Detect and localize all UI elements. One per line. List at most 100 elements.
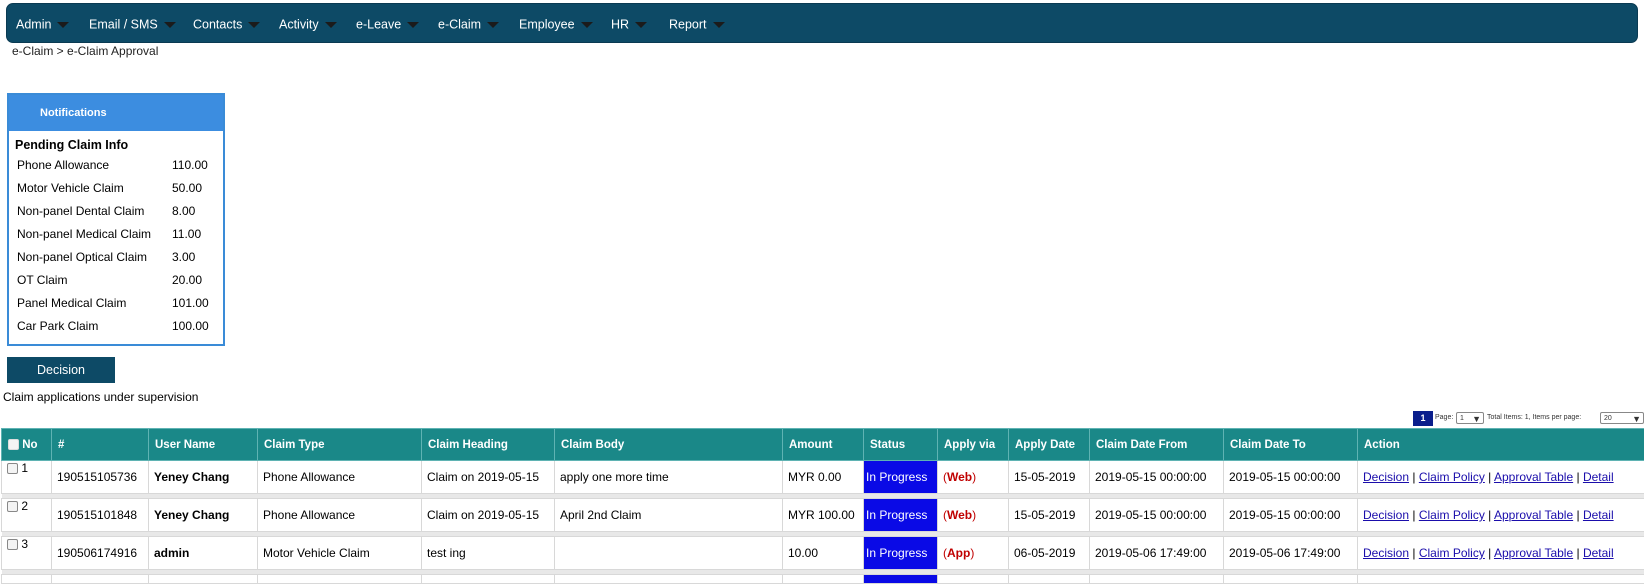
nav-report[interactable]: Report: [669, 4, 725, 44]
nav-email-sms[interactable]: Email / SMS: [89, 4, 176, 44]
claim-heading: Claim on 2019-05-15: [422, 461, 555, 494]
nav-activity[interactable]: Activity: [279, 4, 337, 44]
current-page-button[interactable]: 1: [1413, 411, 1433, 426]
status-badge: In Progress: [864, 537, 938, 570]
decision-button[interactable]: Decision: [7, 357, 115, 383]
pending-claim-info-heading: Pending Claim Info: [15, 138, 223, 152]
apply-date: 15-05-2019: [1009, 499, 1090, 532]
nav-employee-label: Employee: [519, 18, 575, 32]
table-cell: [1090, 575, 1224, 584]
row-actions: Decision | Claim Policy | Approval Table…: [1358, 461, 1644, 494]
claim-name: Motor Vehicle Claim: [17, 177, 124, 200]
claims-table: No # User Name Claim Type Claim Heading …: [1, 428, 1644, 584]
nav-activity-label: Activity: [279, 18, 319, 32]
header-amount: Amount: [783, 429, 864, 461]
detail-link[interactable]: Detail: [1583, 508, 1614, 522]
approval-table-link[interactable]: Approval Table: [1494, 546, 1573, 560]
claim-type: Phone Allowance: [258, 499, 422, 532]
nav-employee[interactable]: Employee: [519, 4, 593, 44]
claim-policy-link[interactable]: Claim Policy: [1419, 508, 1485, 522]
claim-name: Non-panel Dental Claim: [17, 200, 144, 223]
row-actions: Decision | Claim Policy | Approval Table…: [1358, 499, 1644, 532]
nav-report-label: Report: [669, 18, 707, 32]
row-checkbox[interactable]: [7, 539, 18, 550]
claim-date-to: 2019-05-15 00:00:00: [1224, 499, 1358, 532]
table-cell: [2, 575, 52, 584]
header-user-name: User Name: [149, 429, 258, 461]
table-cell: [52, 575, 149, 584]
header-action: Action: [1358, 429, 1644, 461]
approval-table-link[interactable]: Approval Table: [1494, 470, 1573, 484]
apply-date: 15-05-2019: [1009, 461, 1090, 494]
nav-admin-label: Admin: [16, 18, 51, 32]
row-actions: Decision | Claim Policy | Approval Table…: [1358, 537, 1644, 570]
header-id: #: [52, 429, 149, 461]
nav-e-leave[interactable]: e-Leave: [356, 4, 419, 44]
chevron-down-icon: [407, 22, 419, 28]
claim-name: Phone Allowance: [17, 154, 109, 177]
chevron-down-icon: [635, 22, 647, 28]
claim-amount: 50.00: [172, 177, 202, 200]
claim-heading: test ing: [422, 537, 555, 570]
decision-link[interactable]: Decision: [1363, 546, 1409, 560]
claim-amount: 20.00: [172, 269, 202, 292]
claim-date-from: 2019-05-06 17:49:00: [1090, 537, 1224, 570]
claim-name: Non-panel Optical Claim: [17, 246, 147, 269]
chevron-down-icon: [164, 22, 176, 28]
pending-claim-row: Non-panel Dental Claim 8.00: [9, 200, 223, 223]
chevron-down-icon: [487, 22, 499, 28]
claim-amount: 110.00: [172, 154, 208, 177]
header-no: No: [2, 429, 52, 461]
chevron-down-icon: [248, 22, 260, 28]
detail-link[interactable]: Detail: [1583, 470, 1614, 484]
chevron-down-icon: ▼: [1472, 413, 1481, 425]
nav-hr[interactable]: HR: [611, 4, 647, 44]
nav-admin[interactable]: Admin: [16, 4, 69, 44]
claim-policy-link[interactable]: Claim Policy: [1419, 470, 1485, 484]
approval-table-link[interactable]: Approval Table: [1494, 508, 1573, 522]
row-checkbox[interactable]: [7, 463, 18, 474]
nav-contacts-label: Contacts: [193, 18, 242, 32]
select-all-checkbox[interactable]: [8, 439, 19, 450]
nav-e-claim[interactable]: e-Claim: [438, 4, 499, 44]
claim-amount: 10.00: [783, 537, 864, 570]
claim-body: [555, 537, 783, 570]
table-cell: [1009, 575, 1090, 584]
row-no-cell: 3: [2, 537, 52, 570]
chevron-down-icon: [325, 22, 337, 28]
row-number: 2: [21, 499, 28, 513]
notifications-panel: Notifications Pending Claim Info Phone A…: [7, 93, 225, 346]
pending-claim-row: Phone Allowance 110.00: [9, 154, 223, 177]
row-checkbox[interactable]: [7, 501, 18, 512]
decision-link[interactable]: Decision: [1363, 508, 1409, 522]
nav-hr-label: HR: [611, 18, 629, 32]
items-per-page-select[interactable]: 20▼: [1600, 412, 1644, 424]
header-claim-heading: Claim Heading: [422, 429, 555, 461]
header-status: Status: [864, 429, 938, 461]
claim-amount: 8.00: [172, 200, 195, 223]
pending-claim-row: OT Claim20.00: [9, 269, 223, 292]
nav-contacts[interactable]: Contacts: [193, 4, 260, 44]
claim-amount: 100.00: [172, 315, 209, 338]
decision-link[interactable]: Decision: [1363, 470, 1409, 484]
claim-type: Phone Allowance: [258, 461, 422, 494]
header-apply-via: Apply via: [938, 429, 1009, 461]
table-row: 2 190515101848 Yeney Chang Phone Allowan…: [2, 499, 1644, 532]
nav-e-claim-label: e-Claim: [438, 18, 481, 32]
row-number: 3: [21, 537, 28, 551]
table-row: 1 190515105736 Yeney Chang Phone Allowan…: [2, 461, 1644, 494]
status-badge: [864, 575, 938, 584]
table-cell: [258, 575, 422, 584]
claim-id: 190506174916: [52, 537, 149, 570]
claim-policy-link[interactable]: Claim Policy: [1419, 546, 1485, 560]
chevron-down-icon: ▼: [1632, 413, 1641, 425]
total-items-text: Total Items: 1, Items per page:: [1487, 414, 1581, 421]
status-badge: In Progress: [864, 461, 938, 494]
user-name: Yeney Chang: [149, 499, 258, 532]
table-header-row: No # User Name Claim Type Claim Heading …: [2, 429, 1644, 461]
page-select[interactable]: 1▼: [1456, 412, 1484, 424]
claim-date-to: 2019-05-15 00:00:00: [1224, 461, 1358, 494]
detail-link[interactable]: Detail: [1583, 546, 1614, 560]
page-label: Page:: [1435, 414, 1453, 421]
apply-via-value: App: [947, 546, 970, 560]
